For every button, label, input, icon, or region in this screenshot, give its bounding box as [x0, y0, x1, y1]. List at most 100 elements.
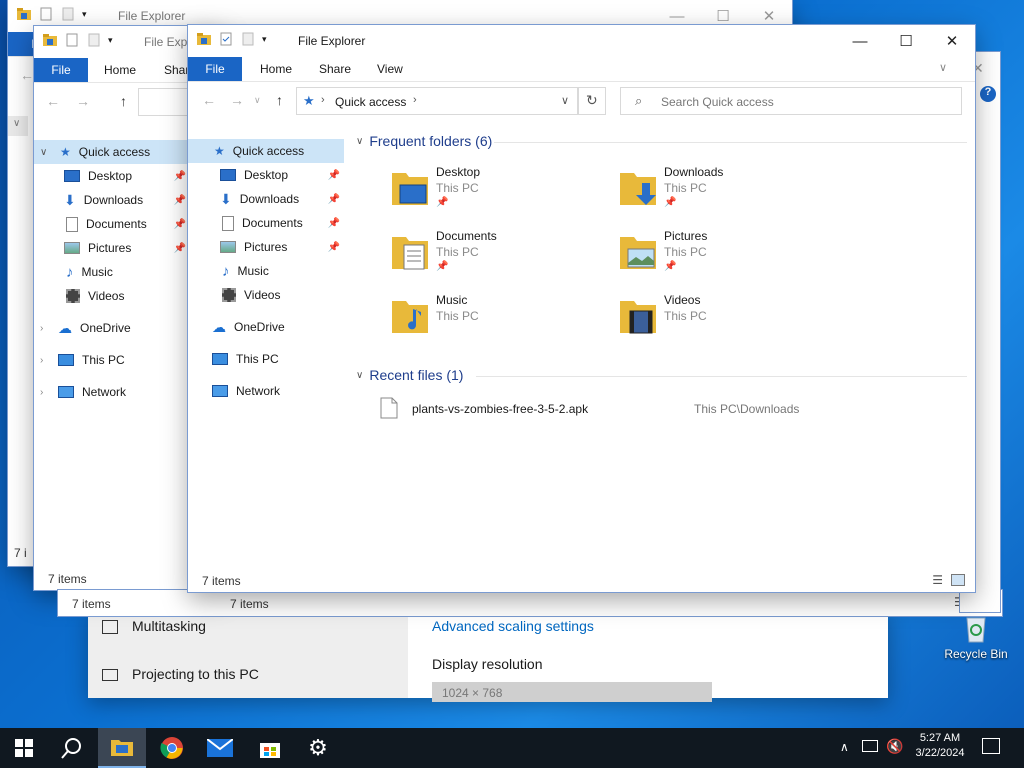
search-input[interactable]: ⌕ Search Quick access: [620, 87, 962, 115]
folder-tile-downloads[interactable]: Downloads This PC 📌: [616, 165, 826, 221]
sidebar-item-downloads[interactable]: ⬇ Downloads 📌: [188, 187, 344, 211]
taskbar-settings[interactable]: ⚙: [294, 728, 342, 768]
details-view-icon[interactable]: ☰: [932, 573, 943, 587]
recent-locations-icon[interactable]: ∨: [254, 95, 261, 106]
sidebar-item-onedrive[interactable]: › ☁ OneDrive: [34, 316, 190, 340]
sidebar-item-quick-access[interactable]: ∨ ★ Quick access: [34, 140, 190, 164]
sidebar-item-desktop[interactable]: Desktop 📌: [188, 163, 344, 187]
folder-tile-desktop[interactable]: Desktop This PC 📌: [388, 165, 598, 221]
settings-nav-projecting[interactable]: Projecting to this PC: [102, 666, 259, 682]
customize-qat-icon[interactable]: ▾: [82, 9, 87, 20]
address-bar[interactable]: ★ › Quick access › ∨: [296, 87, 578, 115]
sidebar-item-network[interactable]: › Network: [34, 380, 190, 404]
minimize-button[interactable]: —: [837, 25, 883, 57]
recent-file-path: This PC\Downloads: [694, 402, 800, 416]
taskbar-file-explorer[interactable]: [98, 728, 146, 768]
close-button[interactable]: ✕: [929, 25, 975, 57]
network-status-icon[interactable]: [862, 740, 878, 752]
taskbar-chrome[interactable]: [148, 728, 196, 768]
new-folder-icon[interactable]: [240, 31, 256, 47]
properties-icon[interactable]: [38, 6, 54, 22]
address-dropdown-icon[interactable]: ∨: [561, 94, 569, 107]
forward-arrow-icon[interactable]: →: [230, 92, 244, 108]
tab-home[interactable]: Home: [260, 62, 292, 76]
sidebar-item-videos[interactable]: Videos: [34, 284, 190, 308]
taskbar-store[interactable]: [246, 728, 294, 768]
pin-icon[interactable]: 📌: [174, 195, 186, 206]
notifications-icon[interactable]: [982, 738, 1000, 754]
expand-ribbon-icon[interactable]: ∨: [939, 61, 947, 74]
new-folder-icon[interactable]: [60, 6, 76, 22]
navigation-pane: ★ Quick access Desktop 📌 ⬇ Downloads 📌 Docu…: [188, 117, 344, 564]
maximize-button[interactable]: ☐: [883, 25, 929, 57]
sidebar-item-music[interactable]: ♪ Music: [34, 260, 190, 284]
tab-share[interactable]: Share: [319, 62, 351, 76]
new-folder-icon[interactable]: [86, 32, 102, 48]
sidebar-item-desktop[interactable]: Desktop 📌: [34, 164, 190, 188]
windows-icon: [15, 739, 33, 757]
pin-icon[interactable]: 📌: [328, 242, 340, 253]
advanced-scaling-link[interactable]: Advanced scaling settings: [432, 618, 594, 634]
folder-tile-videos[interactable]: Videos This PC: [616, 293, 826, 349]
resolution-dropdown[interactable]: 1024 × 768: [432, 682, 712, 702]
refresh-button[interactable]: ↻: [578, 87, 606, 115]
back-arrow-icon[interactable]: ←: [20, 67, 34, 83]
sidebar-item-documents[interactable]: Documents 📌: [188, 211, 344, 235]
properties-icon[interactable]: [64, 32, 80, 48]
start-button[interactable]: [0, 728, 48, 768]
sidebar-item-this-pc[interactable]: This PC: [188, 347, 344, 371]
show-hidden-icons-icon[interactable]: ∧: [840, 740, 849, 754]
large-icons-view-icon[interactable]: [951, 574, 965, 586]
sidebar-item-downloads[interactable]: ⬇ Downloads 📌: [34, 188, 190, 212]
pin-icon[interactable]: 📌: [328, 194, 340, 205]
pin-icon[interactable]: 📌: [328, 170, 340, 181]
forward-arrow-icon[interactable]: →: [76, 93, 90, 109]
sidebar-item-videos[interactable]: Videos: [188, 283, 344, 307]
frequent-folders-header[interactable]: ∨ Frequent folders (6): [356, 133, 492, 149]
sidebar-item-onedrive[interactable]: ☁ OneDrive: [188, 315, 344, 339]
up-arrow-icon[interactable]: ↑: [276, 92, 283, 108]
breadcrumb-separator-icon[interactable]: ›: [413, 94, 417, 106]
recent-files-header[interactable]: ∨ Recent files (1): [356, 367, 463, 383]
documents-icon: [66, 216, 78, 232]
sidebar-item-this-pc[interactable]: › This PC: [34, 348, 190, 372]
help-icon[interactable]: ?: [980, 86, 996, 102]
back-arrow-icon[interactable]: ←: [202, 92, 216, 108]
up-arrow-icon[interactable]: ↑: [120, 93, 127, 109]
pin-icon: 📌: [664, 197, 677, 208]
customize-qat-icon[interactable]: ▾: [262, 34, 267, 45]
sidebar-item-pictures[interactable]: Pictures 📌: [34, 236, 190, 260]
volume-muted-icon[interactable]: 🔇: [886, 738, 903, 755]
customize-qat-icon[interactable]: ▾: [108, 35, 113, 46]
taskbar-mail[interactable]: [196, 728, 244, 768]
pin-icon[interactable]: 📌: [174, 219, 186, 230]
sidebar-item-music[interactable]: ♪ Music: [188, 259, 344, 283]
search-icon: [61, 738, 81, 759]
pin-icon[interactable]: 📌: [174, 243, 186, 254]
settings-nav-multitasking[interactable]: Multitasking: [102, 618, 206, 635]
sidebar-item-documents[interactable]: Documents 📌: [34, 212, 190, 236]
address-row: ← → ∨ ↑ ★ › Quick access › ∨ ↻ ⌕ Search …: [188, 81, 975, 117]
settings-window: Multitasking Projecting to this PC Advan…: [88, 608, 888, 702]
back-arrow-icon[interactable]: ←: [46, 93, 60, 109]
pin-icon[interactable]: 📌: [174, 171, 186, 182]
sidebar-item-pictures[interactable]: Pictures 📌: [188, 235, 344, 259]
tab-view[interactable]: View: [377, 62, 403, 76]
tab-file[interactable]: File: [34, 58, 88, 82]
pin-icon[interactable]: 📌: [328, 218, 340, 229]
folder-tile-pictures[interactable]: Pictures This PC 📌: [616, 229, 826, 285]
sidebar-item-network[interactable]: Network: [188, 379, 344, 403]
collapse-ribbon[interactable]: ∨: [8, 116, 28, 136]
tab-home[interactable]: Home: [104, 63, 136, 77]
search-button[interactable]: [48, 728, 96, 768]
folder-tile-documents[interactable]: Documents This PC 📌: [388, 229, 598, 285]
folder-tile-music[interactable]: Music This PC: [388, 293, 598, 349]
taskbar-clock[interactable]: 5:27 AM 3/22/2024: [908, 732, 972, 759]
breadcrumb-separator-icon[interactable]: ›: [321, 94, 325, 106]
properties-icon[interactable]: [218, 31, 234, 47]
list-item[interactable]: plants-vs-zombies-free-3-5-2.apk This PC…: [380, 397, 970, 421]
tab-file[interactable]: File: [188, 57, 242, 81]
sidebar-item-quick-access[interactable]: ★ Quick access: [188, 139, 344, 163]
breadcrumb[interactable]: Quick access: [335, 95, 406, 109]
recycle-bin-desktop-icon[interactable]: Recycle Bin: [940, 612, 1012, 672]
